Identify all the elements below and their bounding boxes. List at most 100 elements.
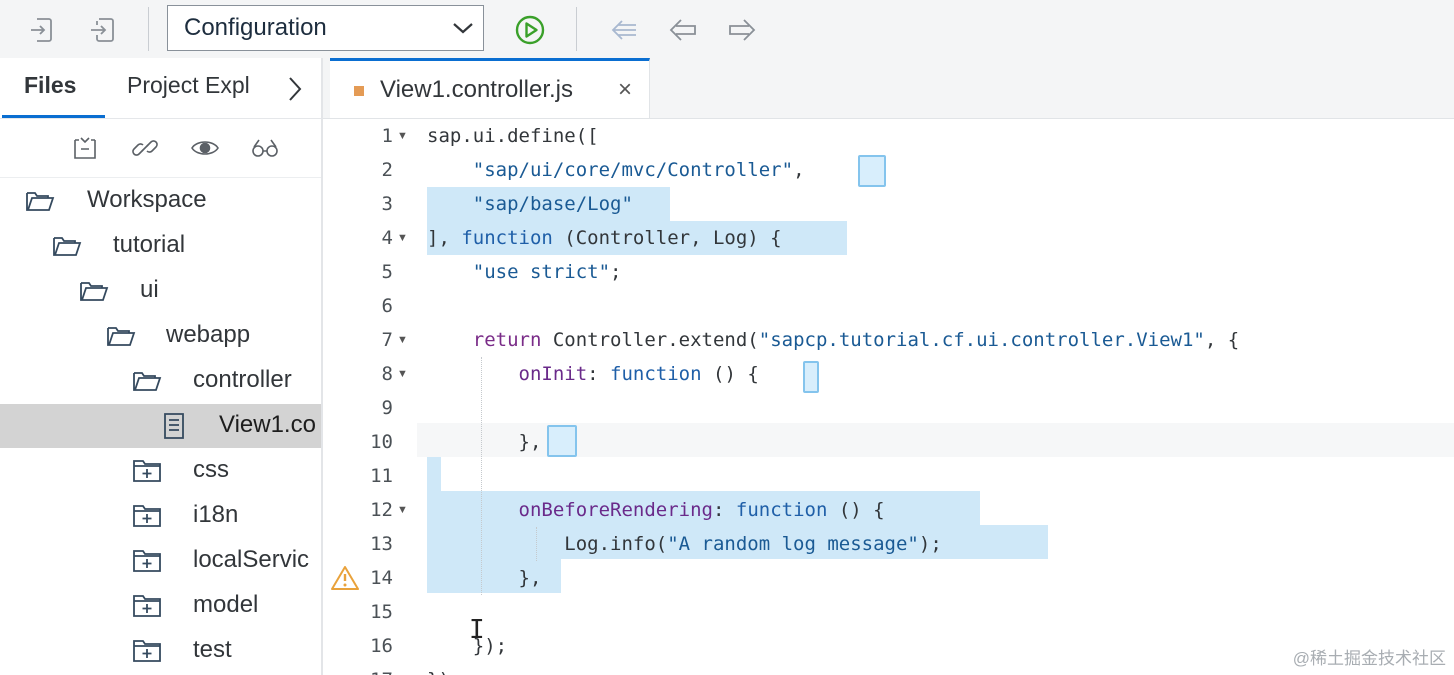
previous-change-icon[interactable] — [608, 14, 640, 46]
tree-label: View1.co — [219, 411, 316, 438]
code-text: }); — [427, 663, 461, 675]
tree-item-webapp[interactable]: webapp — [0, 314, 321, 358]
tree-item-tutorial[interactable]: tutorial — [0, 224, 321, 268]
line-number: 3 — [381, 193, 393, 215]
folder-open-icon — [105, 321, 137, 351]
code-token: sap.ui.define([ — [427, 125, 599, 147]
collapse-all-icon[interactable] — [70, 133, 100, 163]
code-text: }); — [427, 629, 507, 663]
tree-item-css[interactable]: css — [0, 449, 321, 493]
tree-item-test[interactable]: test — [0, 629, 321, 673]
fold-toggle-icon[interactable]: ▼ — [397, 357, 408, 391]
code-token: (Controller, Log) { — [552, 227, 782, 249]
folder-open-icon — [51, 231, 83, 261]
code-line[interactable]: 3 "sap/base/Log" — [323, 187, 1454, 221]
line-number: 11 — [370, 465, 393, 487]
export-icon[interactable] — [86, 14, 118, 46]
folder-closed-icon — [131, 636, 163, 666]
tree-item-localservice[interactable]: localServic — [0, 539, 321, 583]
code-line[interactable]: 2 "sap/ui/core/mvc/Controller", — [323, 153, 1454, 187]
code-line[interactable]: 4 ▼], function (Controller, Log) { — [323, 221, 1454, 255]
tab-files[interactable]: Files — [24, 72, 76, 99]
line-number: 1 — [381, 125, 393, 147]
tree-item-model[interactable]: model — [0, 584, 321, 628]
tree-item-view1-controller[interactable]: View1.co — [0, 404, 321, 448]
line-number: 17 — [323, 663, 393, 675]
line-number: 16 — [370, 635, 393, 657]
import-icon[interactable] — [26, 14, 58, 46]
code-text: onBeforeRendering: function () { — [427, 493, 885, 527]
editor-tab-label: View1.controller.js — [380, 76, 573, 103]
search-files-icon[interactable] — [250, 133, 280, 163]
navigate-back-icon[interactable] — [667, 14, 699, 46]
code-line[interactable]: 10 }, — [323, 425, 1454, 459]
folder-closed-icon — [131, 591, 163, 621]
code-line[interactable]: 9 — [323, 391, 1454, 425]
line-number: 13 — [370, 533, 393, 555]
code-line[interactable]: 15 — [323, 595, 1454, 629]
code-editor[interactable]: 1 ▼ sap.ui.define([2 "sap/ui/core/mvc/Cont… — [323, 119, 1454, 675]
tree-label: webapp — [166, 321, 251, 348]
active-tab-indicator — [2, 115, 105, 118]
tree-item-i18n[interactable]: i18n — [0, 494, 321, 538]
chevron-down-icon — [443, 8, 483, 48]
warning-icon[interactable] — [331, 565, 359, 591]
tree-item-workspace[interactable]: Workspace — [0, 179, 321, 223]
editor-tab-bar: View1.controller.js × — [323, 58, 1454, 119]
code-line[interactable]: 16 }); — [323, 629, 1454, 663]
toolbar-separator — [148, 7, 149, 51]
code-token: function — [461, 227, 553, 249]
code-token: "sap/ui/core/mvc/Controller" — [472, 159, 794, 181]
code-line[interactable]: 6 — [323, 289, 1454, 323]
modified-dot-icon — [354, 86, 364, 96]
line-number: 5 — [381, 261, 393, 283]
code-text: onInit: function () { — [427, 357, 759, 391]
folder-closed-icon — [131, 546, 163, 576]
run-configuration-select[interactable]: Configuration — [167, 5, 484, 51]
code-line[interactable]: 1 ▼ sap.ui.define([ — [323, 119, 1454, 153]
code-text: }, — [427, 561, 542, 595]
fold-toggle-icon[interactable]: ▼ — [397, 493, 408, 527]
tree-item-ui[interactable]: ui — [0, 269, 321, 313]
folder-open-icon — [24, 186, 56, 216]
run-configuration-value: Configuration — [184, 14, 327, 41]
code-token: : — [712, 499, 736, 521]
folder-closed-icon — [131, 501, 163, 531]
tree-label: ui — [140, 276, 159, 303]
fold-toggle-icon[interactable]: ▼ — [397, 119, 408, 153]
folder-closed-icon — [131, 456, 163, 486]
fold-toggle-icon[interactable]: ▼ — [397, 323, 408, 357]
code-token: "sap/base/Log" — [472, 193, 633, 215]
main-toolbar: Configuration — [0, 0, 1454, 59]
close-icon[interactable]: × — [614, 78, 636, 102]
navigate-forward-icon[interactable] — [726, 14, 758, 46]
code-token: function — [735, 499, 828, 521]
show-hidden-icon[interactable] — [190, 133, 220, 163]
code-token: , — [793, 159, 805, 181]
folder-open-icon — [78, 276, 110, 306]
code-line[interactable]: 8 ▼ onInit: function () { — [323, 357, 1454, 391]
line-number: 7 — [381, 329, 393, 351]
tree-label: i18n — [193, 501, 239, 528]
fold-toggle-icon[interactable]: ▼ — [397, 221, 408, 255]
code-line[interactable]: 7 ▼ return Controller.extend("sapcp.tutor… — [323, 323, 1454, 357]
tree-label: tutorial — [113, 231, 186, 258]
code-text: ], function (Controller, Log) { — [427, 221, 782, 255]
code-line[interactable]: 12 ▼ onBeforeRendering: function () { — [323, 493, 1454, 527]
code-token: }, — [427, 567, 542, 589]
code-line[interactable]: 5 "use strict"; — [323, 255, 1454, 289]
tree-item-controller[interactable]: controller — [0, 359, 321, 403]
code-token: "use strict" — [472, 261, 611, 283]
code-line[interactable]: 14 }, — [323, 561, 1454, 595]
link-with-editor-icon[interactable] — [130, 133, 160, 163]
tab-project-explorer[interactable]: Project Expl — [127, 72, 250, 99]
code-line[interactable]: 13 Log.info("A random log message"); — [323, 527, 1454, 561]
code-line[interactable]: 17}); — [323, 663, 1454, 675]
chevron-right-icon[interactable] — [280, 74, 310, 104]
editor-tab-view1-controller[interactable]: View1.controller.js × — [330, 58, 650, 118]
tree-label: model — [193, 591, 259, 618]
code-line[interactable]: 11 — [323, 459, 1454, 493]
run-icon[interactable] — [514, 14, 546, 46]
